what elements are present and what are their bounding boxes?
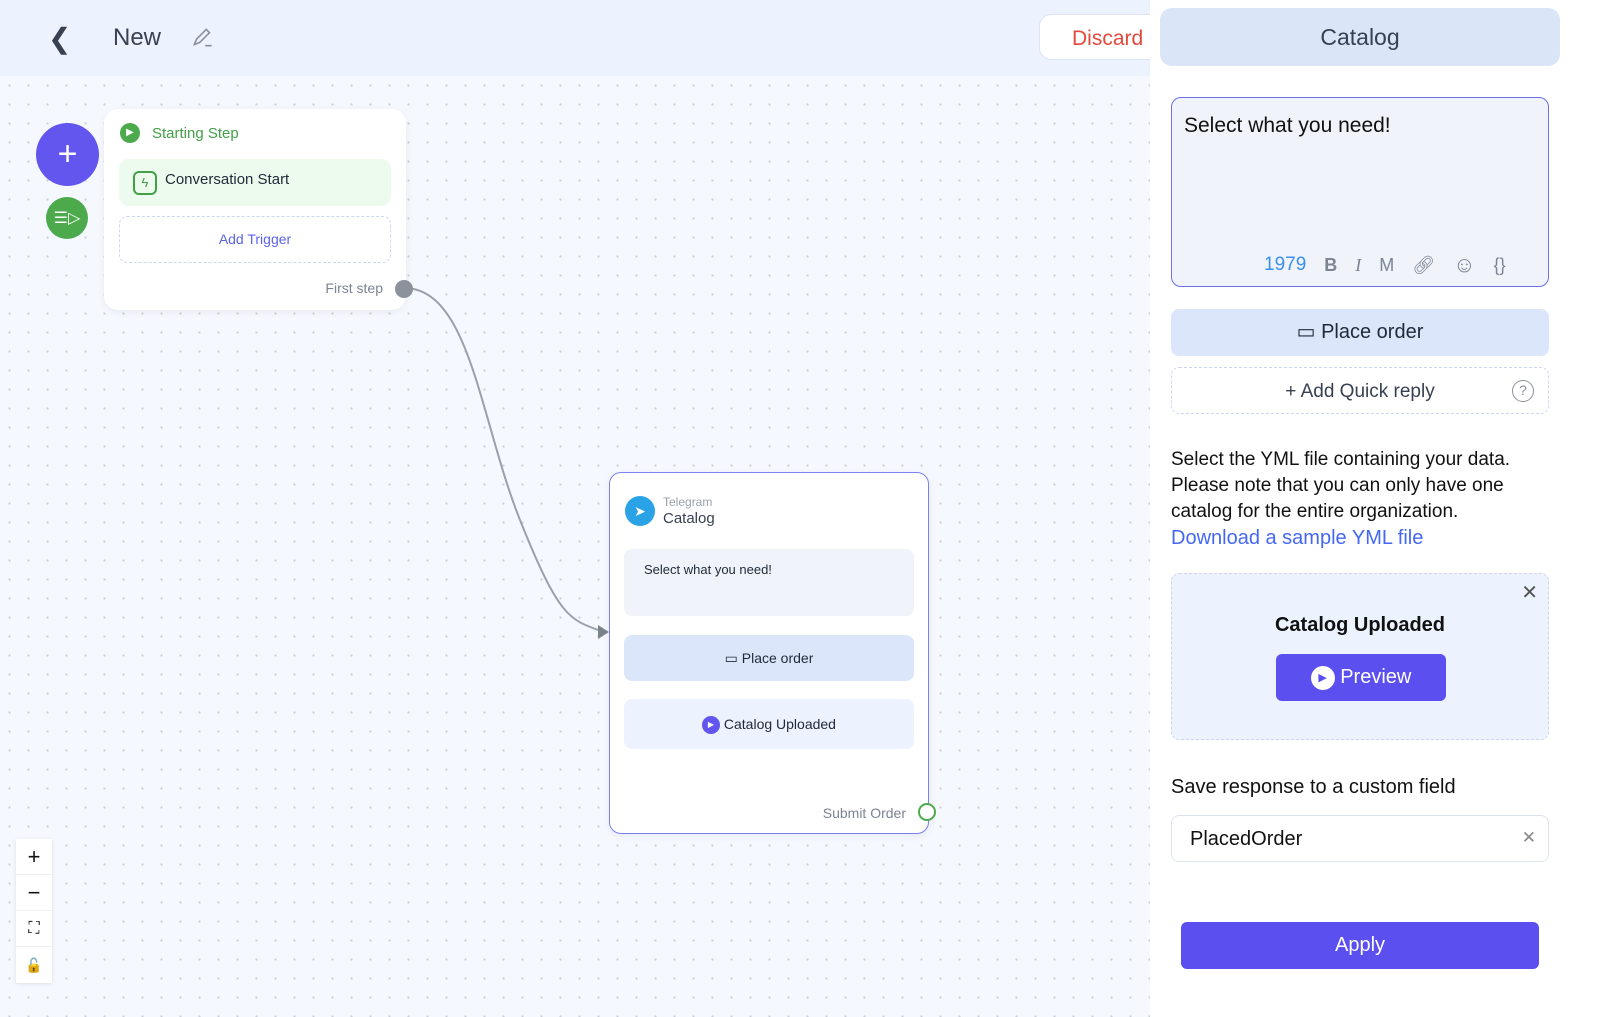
catalog-uploaded-card: ✕ Catalog Uploaded ▶ Preview bbox=[1171, 573, 1549, 740]
preview-label: Preview bbox=[1340, 666, 1412, 688]
telegram-icon: ➤ bbox=[625, 496, 655, 526]
emoji-icon[interactable]: ☺ bbox=[1453, 252, 1475, 278]
zoom-in-button[interactable]: + bbox=[16, 839, 52, 875]
custom-field-value: PlacedOrder bbox=[1190, 828, 1303, 850]
catalog-node[interactable]: ➤ Telegram Catalog Select what you need!… bbox=[609, 472, 936, 834]
add-trigger-button[interactable]: Add Trigger bbox=[119, 216, 391, 263]
catalog-settings-panel: Catalog Select what you need! 1979 B I M… bbox=[1150, 0, 1600, 1017]
node-channel: Telegram bbox=[663, 495, 713, 509]
description-text: Select the YML file containing your data… bbox=[1171, 449, 1511, 522]
uploaded-title: Catalog Uploaded bbox=[1274, 614, 1445, 636]
message-input[interactable]: Select what you need! bbox=[1184, 114, 1391, 138]
message-editor[interactable]: Select what you need! 1979 B I M 🔗︎ ☺ {} bbox=[1171, 97, 1549, 287]
output-label: First step bbox=[325, 280, 383, 296]
fit-view-icon[interactable]: ⛶ bbox=[16, 911, 52, 947]
monospace-button[interactable]: M bbox=[1379, 255, 1394, 276]
play-circle-icon: ▶ bbox=[1310, 665, 1335, 690]
catalog-label: Catalog Uploaded bbox=[723, 716, 836, 732]
zoom-out-button[interactable]: − bbox=[16, 875, 52, 911]
help-icon[interactable]: ? bbox=[1512, 380, 1534, 402]
window-icon: ▭ bbox=[1296, 321, 1322, 343]
catalog-item[interactable]: ▶ Catalog Uploaded bbox=[624, 699, 914, 749]
starting-step-node[interactable]: ▶ Starting Step ϟ Conversation Start Add… bbox=[104, 109, 413, 310]
place-order-button[interactable]: ▭ Place order bbox=[1171, 309, 1549, 356]
message-text: Select what you need! bbox=[644, 562, 772, 577]
trigger-label: Conversation Start bbox=[165, 171, 290, 188]
button-label: Place order bbox=[741, 650, 814, 666]
node-title: Starting Step bbox=[152, 125, 239, 142]
add-quick-reply-label: + Add Quick reply bbox=[1285, 381, 1435, 402]
lightning-icon: ϟ bbox=[133, 171, 157, 195]
place-order-button[interactable]: ▭ Place order bbox=[624, 635, 914, 681]
message-preview: Select what you need! bbox=[624, 549, 914, 616]
panel-title: Catalog bbox=[1160, 8, 1560, 66]
clear-icon[interactable]: ✕ bbox=[1522, 828, 1536, 848]
download-sample-link[interactable]: Download a sample YML file bbox=[1171, 527, 1423, 550]
link-icon[interactable]: 🔗︎ bbox=[1412, 255, 1435, 276]
apply-button[interactable]: Apply bbox=[1181, 922, 1539, 969]
output-handle[interactable] bbox=[395, 280, 413, 298]
char-count: 1979 bbox=[1264, 254, 1307, 275]
variables-button[interactable]: {} bbox=[1494, 255, 1506, 276]
close-icon[interactable]: ✕ bbox=[1521, 580, 1538, 605]
output-handle[interactable] bbox=[918, 803, 936, 821]
output-label: Submit Order bbox=[822, 805, 906, 821]
custom-field-select[interactable]: PlacedOrder ✕ bbox=[1171, 815, 1549, 862]
trigger-item[interactable]: ϟ Conversation Start bbox=[119, 159, 391, 206]
button-label: Place order bbox=[1321, 321, 1424, 343]
format-toolbar: 1979 B I M 🔗︎ ☺ {} bbox=[1264, 252, 1506, 278]
play-icon: ▶ bbox=[120, 123, 140, 143]
unlock-icon[interactable]: 🔓 bbox=[16, 947, 52, 983]
bold-button[interactable]: B bbox=[1324, 255, 1337, 276]
window-icon: ▭ bbox=[724, 650, 742, 666]
preview-button[interactable]: ▶ Preview bbox=[1276, 654, 1446, 701]
italic-button[interactable]: I bbox=[1355, 255, 1361, 276]
add-quick-reply-button[interactable]: + Add Quick reply ? bbox=[1171, 367, 1549, 414]
save-response-label: Save response to a custom field bbox=[1171, 776, 1456, 798]
zoom-controls: + − ⛶ 🔓 bbox=[16, 839, 52, 983]
node-title: Catalog bbox=[663, 510, 715, 527]
play-circle-icon: ▶ bbox=[702, 716, 720, 735]
